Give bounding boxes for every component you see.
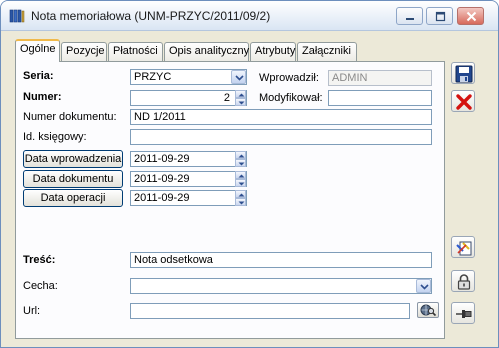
tab-ogolne[interactable]: Ogólne xyxy=(15,39,60,62)
documents-icon xyxy=(9,8,25,24)
cancel-button[interactable] xyxy=(451,90,475,112)
arrow-down-icon xyxy=(238,182,245,186)
url-open-button[interactable] xyxy=(417,302,439,318)
tab-atrybuty[interactable]: Atrybuty xyxy=(250,42,296,61)
seria-select[interactable]: PRZYC xyxy=(130,69,247,85)
id-ksiegowy-input[interactable] xyxy=(130,129,432,145)
red-x-icon xyxy=(456,94,472,110)
seria-value: PRZYC xyxy=(134,71,172,83)
data-dokumentu-button[interactable]: Data dokumentu xyxy=(23,170,123,188)
modyfikowal-label: Modyfikował: xyxy=(259,92,323,104)
arrow-up-icon xyxy=(238,193,245,197)
maximize-button[interactable] xyxy=(426,7,453,25)
cecha-dropdown-button[interactable] xyxy=(416,279,431,293)
data-operacji-button[interactable]: Data operacji xyxy=(23,189,123,207)
arrow-up-icon xyxy=(238,154,245,158)
arrow-up-icon xyxy=(238,174,245,178)
cecha-select[interactable] xyxy=(130,278,432,294)
title-bar[interactable]: Nota memoriałowa (UNM-PRZYC/2011/09/2) xyxy=(1,1,498,31)
padlock-icon xyxy=(457,274,471,290)
data-operacji-stepper[interactable] xyxy=(235,190,246,206)
pushpin-icon xyxy=(456,310,472,318)
maximize-icon xyxy=(435,11,446,22)
window: Nota memoriałowa (UNM-PRZYC/2011/09/2) O… xyxy=(0,0,499,348)
numer-stepper[interactable] xyxy=(235,90,246,106)
tab-pozycje[interactable]: Pozycje xyxy=(61,42,107,61)
scan-document-icon xyxy=(456,241,472,256)
pin-button[interactable] xyxy=(451,302,475,324)
id-ksiegowy-label: Id. księgowy: xyxy=(23,131,87,143)
arrow-down-icon xyxy=(238,162,245,166)
numer-value: 2 xyxy=(223,92,230,104)
data-dokumentu-input[interactable]: 2011-09-29 xyxy=(130,171,247,187)
arrow-down-icon xyxy=(238,101,245,105)
chevron-down-icon xyxy=(235,75,244,81)
close-button[interactable] xyxy=(457,7,484,25)
arrow-down-icon xyxy=(238,201,245,205)
tab-opis-analityczny[interactable]: Opis analityczny xyxy=(164,42,249,61)
globe-magnifier-icon xyxy=(420,304,437,317)
wprowadzil-label: Wprowadził: xyxy=(259,72,319,84)
numer-dokumentu-label: Numer dokumentu: xyxy=(23,111,117,123)
numer-dokumentu-value: ND 1/2011 xyxy=(134,111,186,123)
numer-dokumentu-input[interactable]: ND 1/2011 xyxy=(130,109,432,125)
tresc-input[interactable]: Nota odsetkowa xyxy=(130,252,432,268)
minimize-button[interactable] xyxy=(396,7,423,25)
tab-platnosci[interactable]: Płatności xyxy=(108,42,163,61)
floppy-disk-icon xyxy=(455,65,473,83)
url-label: Url: xyxy=(23,305,41,317)
window-title: Nota memoriałowa (UNM-PRZYC/2011/09/2) xyxy=(31,9,271,23)
data-wprowadzenia-stepper[interactable] xyxy=(235,151,246,167)
chevron-down-icon xyxy=(420,284,429,290)
data-operacji-input[interactable]: 2011-09-29 xyxy=(130,190,247,206)
tresc-label: Treść: xyxy=(23,254,56,266)
seria-label: Seria: xyxy=(23,70,54,82)
modyfikowal-field xyxy=(328,90,432,106)
scan-button[interactable] xyxy=(451,236,475,258)
arrow-up-icon xyxy=(238,93,245,97)
url-input[interactable] xyxy=(130,303,410,319)
cecha-label: Cecha: xyxy=(23,280,58,292)
tab-zalaczniki[interactable]: Załączniki xyxy=(297,42,357,61)
wprowadzil-value: ADMIN xyxy=(332,72,368,84)
numer-label: Numer: xyxy=(23,91,62,103)
lock-button[interactable] xyxy=(451,270,475,292)
numer-input[interactable]: 2 xyxy=(130,90,247,106)
wprowadzil-field: ADMIN xyxy=(328,70,432,86)
seria-dropdown-button[interactable] xyxy=(231,70,246,84)
data-dokumentu-stepper[interactable] xyxy=(235,171,246,187)
save-button[interactable] xyxy=(451,62,475,84)
close-icon xyxy=(466,11,477,22)
minimize-icon xyxy=(406,18,414,20)
data-wprowadzenia-button[interactable]: Data wprowadzenia xyxy=(23,150,123,168)
data-wprowadzenia-input[interactable]: 2011-09-29 xyxy=(130,151,247,167)
